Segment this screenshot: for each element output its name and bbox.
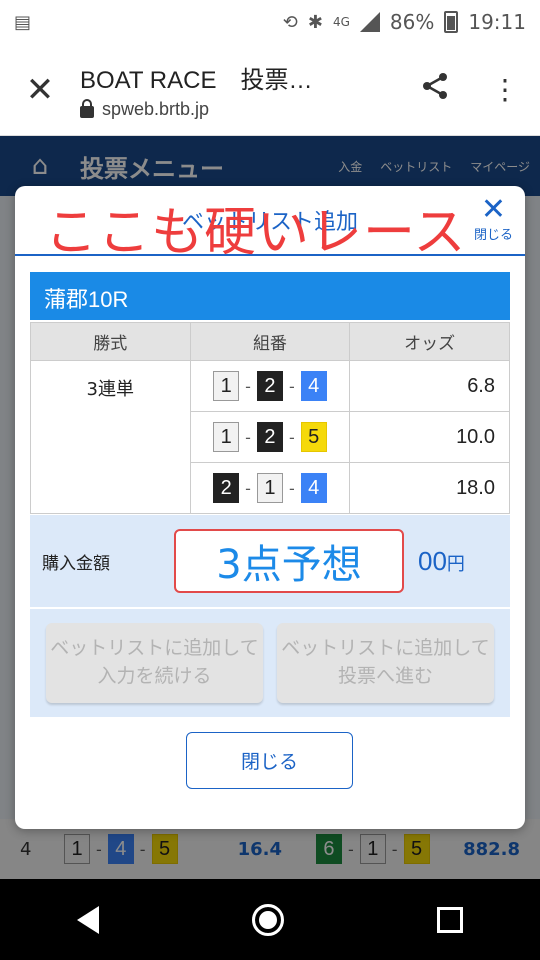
combo-cell: 1- 2- 4 [189, 360, 351, 412]
modal-close-button[interactable]: ✕ 閉じる [473, 192, 513, 244]
url-box[interactable]: BOAT RACE 投票… spweb.brtb.jp [80, 60, 400, 120]
boat-number: 4 [300, 473, 327, 503]
recents-icon[interactable] [437, 906, 464, 933]
bet-type: 3連単 [30, 360, 191, 514]
screenshot-icon: ▤ [14, 11, 32, 33]
yen-label: 円 [446, 553, 465, 574]
odds-value: 6.8 [349, 360, 510, 412]
bet-table: 勝式 組番 オッズ 3連単 1- 2- 4 6.8 1- 2- 5 10.0 2… [30, 322, 510, 514]
battery-percent: 86% [389, 10, 435, 34]
close-label: 閉じる [473, 228, 513, 243]
header-odds: オッズ [349, 322, 510, 361]
overlay-annotation: ここも硬いレース [45, 203, 467, 263]
betlist-modal: ベットリスト追加 ここも硬いレース ✕ 閉じる 蒲郡10R 勝式 組番 オッズ … [15, 186, 525, 829]
add-and-vote-button[interactable]: ベットリストに追加して 投票へ進む [277, 623, 494, 703]
amount-input[interactable]: 3点予想 [174, 529, 404, 593]
add-and-continue-button[interactable]: ベットリストに追加して 入力を続ける [46, 623, 263, 703]
purchase-label: 購入金額 [42, 553, 110, 574]
home-button-icon[interactable] [251, 903, 284, 936]
share-icon[interactable] [400, 70, 470, 109]
clock: 19:11 [468, 10, 526, 34]
network-type: 4G [332, 15, 350, 29]
close-tab-icon[interactable]: ✕ [0, 70, 80, 110]
boat-number: 2 [256, 371, 283, 401]
combo-cell: 2- 1- 4 [189, 462, 351, 514]
header-bet-type: 勝式 [30, 322, 191, 361]
back-icon[interactable] [76, 905, 99, 934]
odds-value: 18.0 [349, 462, 510, 514]
boat-number: 1 [213, 422, 240, 452]
purchase-amount-row: 購入金額 3点予想 00円 [30, 515, 510, 607]
nfc-icon: ⟲ [282, 11, 298, 33]
url-text: spweb.brtb.jp [102, 98, 210, 119]
modal-header: ベットリスト追加 ここも硬いレース ✕ 閉じる [15, 186, 525, 263]
lock-icon [80, 99, 94, 118]
amount-overlay-text: 3点予想 [216, 542, 362, 588]
more-options-icon[interactable]: ⋮ [470, 73, 540, 106]
android-nav-bar [0, 879, 540, 960]
amount-suffix-wrap: 00円 [418, 546, 465, 577]
browser-header: ✕ BOAT RACE 投票… spweb.brtb.jp ⋮ [0, 44, 540, 136]
url-row: spweb.brtb.jp [80, 99, 400, 120]
boat-number: 1 [256, 473, 283, 503]
status-bar: ▤ ⟲ ✱ 4G 86% 19:11 [0, 0, 540, 44]
header-combo: 組番 [189, 322, 351, 361]
close-button[interactable]: 閉じる [186, 732, 353, 789]
combo-cell: 1- 2- 5 [189, 411, 351, 463]
page-title: BOAT RACE 投票… [80, 66, 313, 94]
bluetooth-icon: ✱ [307, 11, 323, 33]
close-icon: ✕ [480, 192, 507, 227]
amount-suffix: 00 [418, 545, 447, 576]
battery-icon [444, 11, 459, 33]
action-buttons: ベットリストに追加して 入力を続ける ベットリストに追加して 投票へ進む [30, 609, 510, 717]
boat-number: 5 [300, 422, 327, 452]
boat-number: 4 [300, 371, 327, 401]
race-name: 蒲郡10R [30, 272, 510, 320]
table-row: 3連単 1- 2- 4 6.8 [30, 360, 510, 514]
boat-number: 2 [213, 473, 240, 503]
boat-number: 2 [256, 422, 283, 452]
signal-icon [359, 12, 380, 32]
odds-value: 10.0 [349, 411, 510, 463]
boat-number: 1 [213, 371, 240, 401]
